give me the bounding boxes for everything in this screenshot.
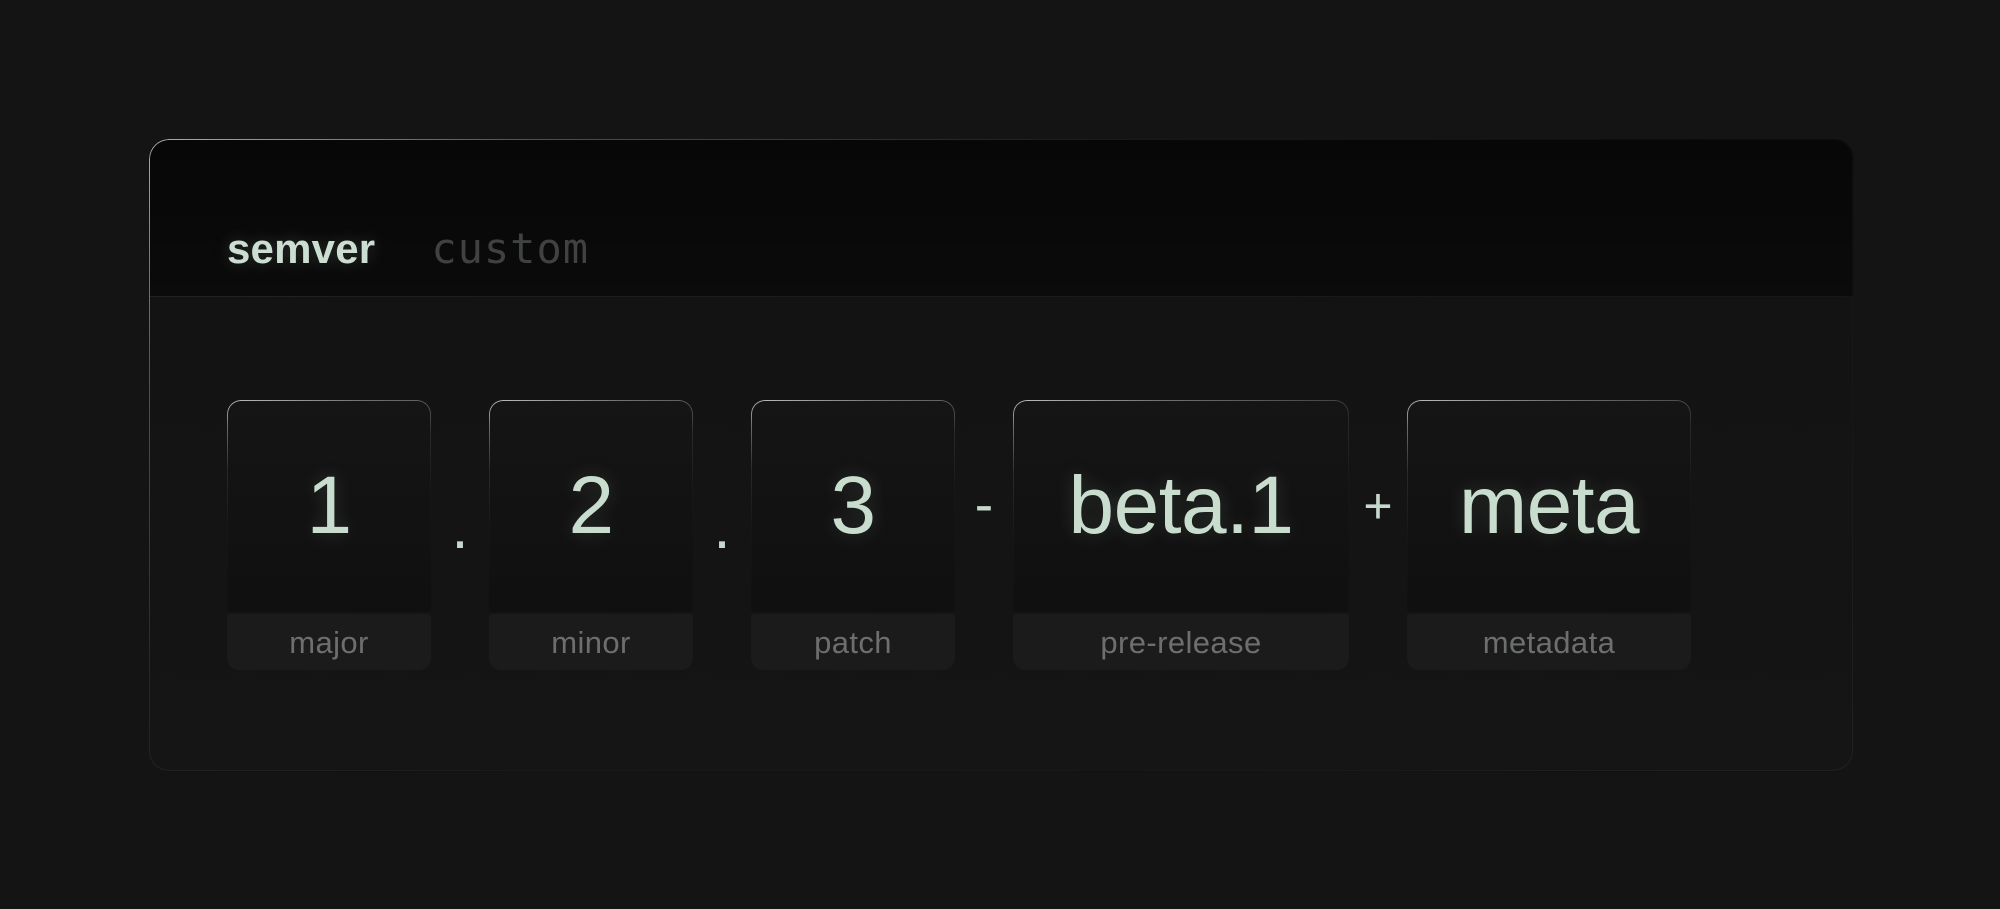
minor-label-pill: minor bbox=[489, 614, 693, 670]
metadata-label-pill: metadata bbox=[1407, 614, 1691, 670]
segment-major: 1 major bbox=[227, 400, 431, 670]
metadata-label: metadata bbox=[1483, 627, 1615, 658]
prerelease-label-pill: pre-release bbox=[1013, 614, 1349, 670]
screen-root: semver custom 1 major . bbox=[0, 0, 2000, 909]
separator-dot-glyph: . bbox=[713, 497, 730, 559]
prerelease-value-field[interactable]: beta.1 bbox=[1013, 400, 1349, 612]
separator-plus-glyph: + bbox=[1363, 481, 1392, 531]
tab-bar: semver custom bbox=[149, 139, 1853, 296]
prerelease-value: beta.1 bbox=[1069, 465, 1294, 547]
major-label-pill: major bbox=[227, 614, 431, 670]
version-segments: 1 major . 2 minor bbox=[227, 400, 1691, 670]
metadata-value: meta bbox=[1459, 465, 1639, 547]
segment-metadata: meta metadata bbox=[1407, 400, 1691, 670]
semver-builder-card: semver custom 1 major . bbox=[148, 138, 1854, 772]
segment-minor: 2 minor bbox=[489, 400, 693, 670]
minor-label: minor bbox=[551, 627, 631, 658]
minor-value: 2 bbox=[568, 465, 613, 547]
tab-semver[interactable]: semver bbox=[227, 228, 375, 270]
major-value: 1 bbox=[306, 465, 351, 547]
patch-value: 3 bbox=[830, 465, 875, 547]
patch-label-pill: patch bbox=[751, 614, 955, 670]
tab-custom[interactable]: custom bbox=[431, 228, 589, 270]
segment-patch: 3 patch bbox=[751, 400, 955, 670]
patch-value-field[interactable]: 3 bbox=[751, 400, 955, 612]
separator-dot-major-minor: . bbox=[431, 400, 489, 612]
separator-dash: - bbox=[955, 400, 1013, 612]
major-value-field[interactable]: 1 bbox=[227, 400, 431, 612]
separator-plus: + bbox=[1349, 400, 1407, 612]
separator-dot-minor-patch: . bbox=[693, 400, 751, 612]
separator-dash-glyph: - bbox=[975, 476, 994, 532]
patch-label: patch bbox=[814, 627, 892, 658]
minor-value-field[interactable]: 2 bbox=[489, 400, 693, 612]
separator-dot-glyph: . bbox=[451, 497, 468, 559]
version-editor-body: 1 major . 2 minor bbox=[149, 297, 1853, 772]
major-label: major bbox=[289, 627, 369, 658]
metadata-value-field[interactable]: meta bbox=[1407, 400, 1691, 612]
segment-prerelease: beta.1 pre-release bbox=[1013, 400, 1349, 670]
prerelease-label: pre-release bbox=[1100, 627, 1261, 658]
